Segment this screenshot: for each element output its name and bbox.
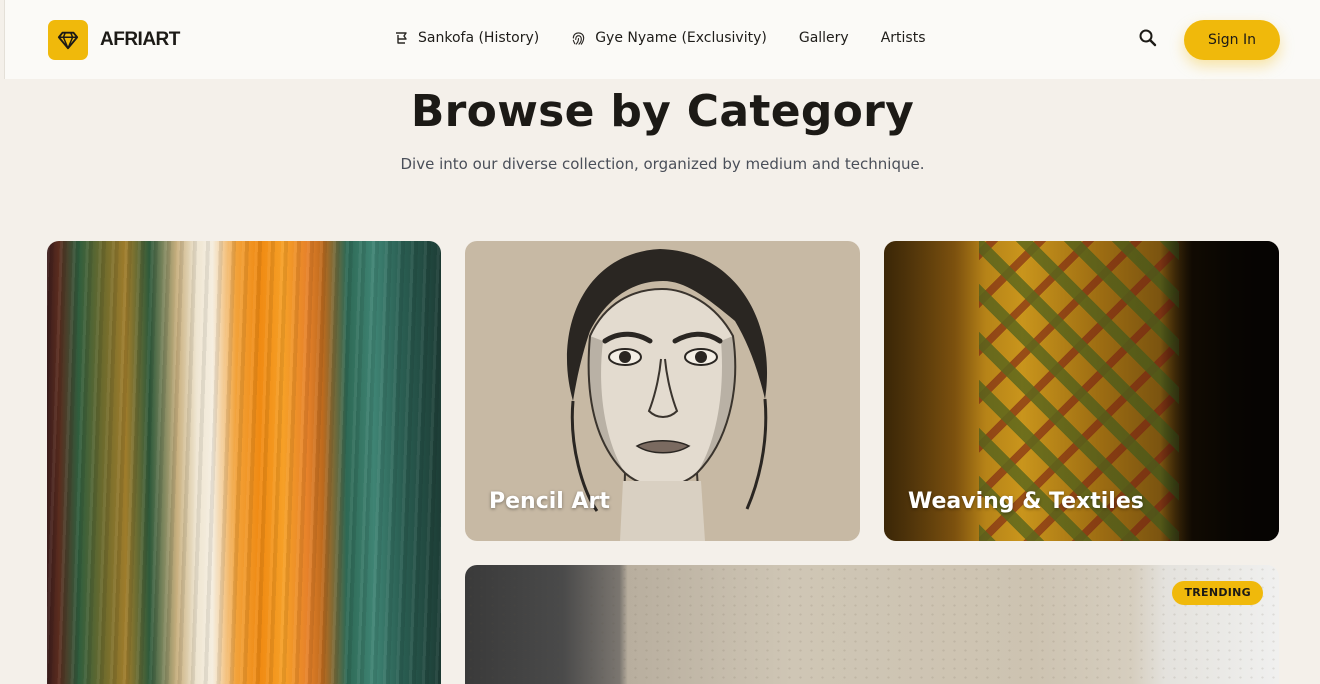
site-header: AFRIART Sankofa (History) Gye Nyame (Exc…	[4, 0, 1320, 79]
nav-label: Gye Nyame (Exclusivity)	[595, 30, 767, 46]
category-label: Weaving & Textiles	[908, 489, 1144, 514]
nav-item-artists[interactable]: Artists	[881, 30, 926, 46]
nav-label: Artists	[880, 30, 926, 46]
nav-item-gye-nyame[interactable]: Gye Nyame (Exclusivity)	[571, 30, 767, 46]
fingerprint-icon	[572, 31, 585, 45]
category-label: Pencil Art	[489, 489, 610, 514]
category-card-canvas[interactable]: TRENDING	[465, 565, 1279, 684]
nav-item-gallery[interactable]: Gallery	[799, 30, 849, 46]
search-icon	[1139, 29, 1157, 47]
brand-logo[interactable]: AFRIART	[48, 20, 180, 60]
nav-label: Gallery	[798, 30, 849, 46]
category-card-weaving-textiles[interactable]: Weaving & Textiles	[884, 241, 1279, 541]
category-card-pencil-art[interactable]: Pencil Art	[465, 241, 860, 541]
nav-item-sankofa[interactable]: Sankofa (History)	[393, 30, 539, 46]
section-subtitle: Dive into our diverse collection, organi…	[400, 155, 925, 173]
sankofa-icon	[396, 32, 407, 44]
search-button[interactable]	[1137, 27, 1159, 49]
brand-name: AFRIART	[100, 29, 180, 50]
main-nav: Sankofa (History) Gye Nyame (Exclusivity…	[393, 30, 958, 46]
nav-label: Sankofa (History)	[418, 30, 540, 46]
diamond-icon	[48, 20, 88, 60]
sign-in-button[interactable]: Sign In	[1184, 20, 1280, 60]
category-card-painting[interactable]	[47, 241, 441, 684]
section-title: Browse by Category	[410, 86, 915, 137]
trending-badge: TRENDING	[1172, 581, 1263, 605]
